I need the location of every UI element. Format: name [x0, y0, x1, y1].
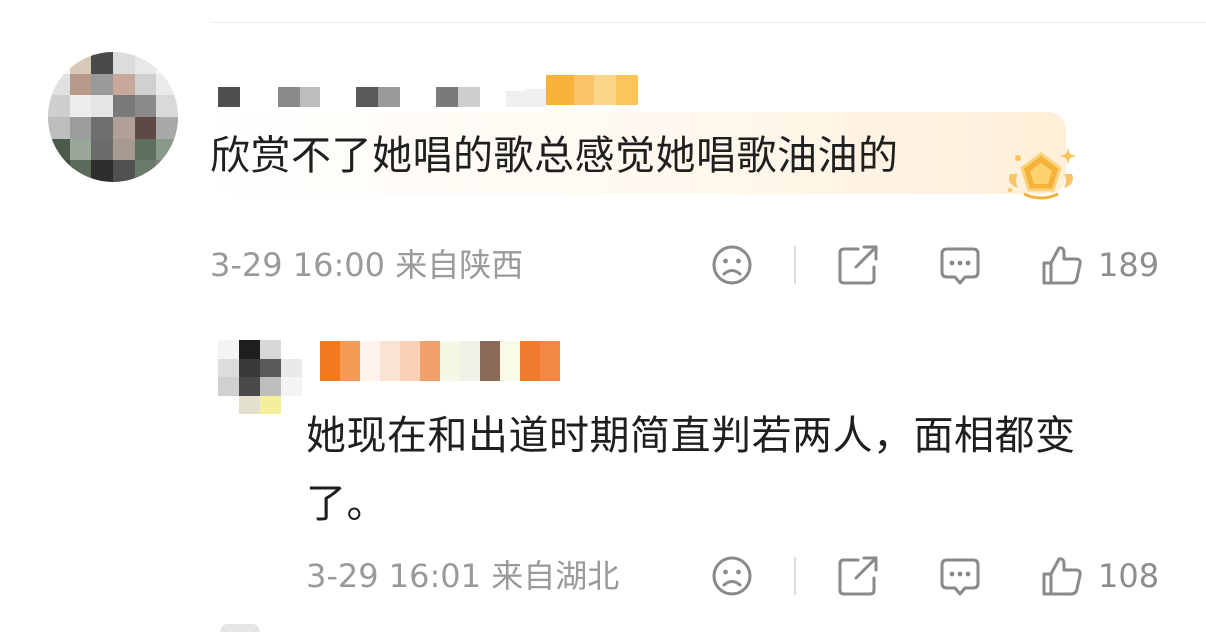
thumbs-up-icon [1042, 246, 1082, 285]
reply-comment-button[interactable] [938, 554, 982, 598]
comment-location: 来自陕西 [395, 246, 524, 284]
reply-meta: 3-29 16:01 来自湖北 [306, 556, 619, 596]
action-divider [794, 557, 796, 595]
sad-face-icon [712, 556, 752, 596]
comment-text: 欣赏不了她唱的歌总感觉她唱歌油油的 [210, 133, 899, 179]
comment-time: 3-29 16:00 [210, 246, 386, 284]
comment-button[interactable] [938, 243, 982, 287]
reply-avatar[interactable] [218, 340, 302, 414]
comment-meta: 3-29 16:00 来自陕西 [210, 245, 523, 285]
next-comment-avatar-edge [220, 624, 260, 632]
share-icon [838, 245, 878, 285]
thumbs-up-icon [1042, 557, 1082, 596]
top-divider [210, 22, 1206, 23]
reply-share-button[interactable] [836, 554, 880, 598]
like-button[interactable]: 189 [1040, 243, 1159, 287]
reply-location: 来自湖北 [491, 557, 620, 595]
reply-text: 她现在和出道时期简直判若两人，面相都变 了。 [306, 402, 1186, 538]
reply-text-line-2: 了。 [306, 481, 387, 527]
sad-face-icon [712, 245, 752, 285]
gold-badge-icon [1004, 146, 1078, 202]
reply-username[interactable] [320, 340, 560, 382]
dislike-button[interactable] [710, 243, 754, 287]
reply-like-button[interactable]: 108 [1040, 554, 1159, 598]
share-icon [838, 556, 878, 596]
comment-icon [940, 247, 980, 285]
comment-icon [940, 558, 980, 596]
reply-time: 3-29 16:01 [306, 557, 482, 595]
commenter-username[interactable] [218, 72, 638, 108]
reply-text-line-1: 她现在和出道时期简直判若两人，面相都变 [306, 413, 1076, 459]
reply-dislike-button[interactable] [710, 554, 754, 598]
commenter-avatar[interactable] [48, 52, 178, 182]
action-divider [794, 246, 796, 284]
share-button[interactable] [836, 243, 880, 287]
reply-like-count: 108 [1098, 557, 1160, 595]
like-count: 189 [1098, 246, 1160, 284]
